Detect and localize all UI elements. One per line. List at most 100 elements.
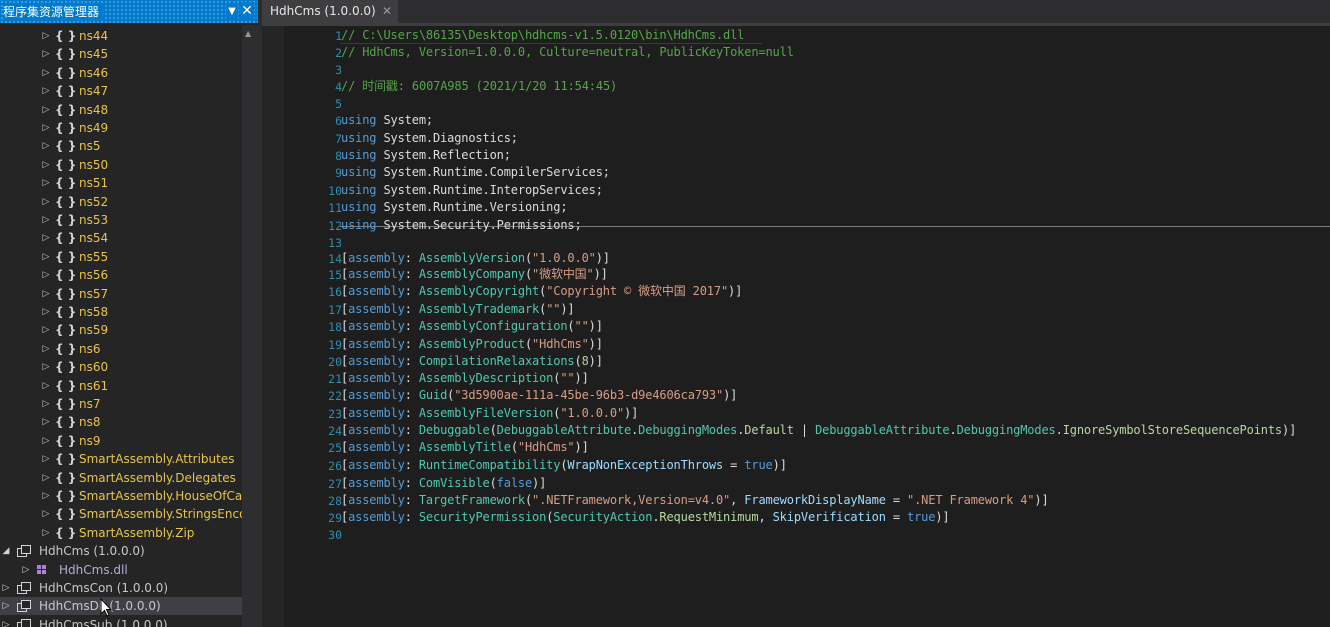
code-line[interactable]: using System; xyxy=(341,112,433,129)
expand-arrow-icon[interactable]: ▷ xyxy=(41,524,51,542)
namespace-item[interactable]: ▷ { }SmartAssembly.HouseOfCards xyxy=(0,487,242,505)
collapse-arrow-icon[interactable]: ◢ xyxy=(1,542,11,560)
expand-arrow-icon[interactable]: ▷ xyxy=(41,285,51,303)
expand-arrow-icon[interactable]: ▷ xyxy=(41,174,51,192)
expand-arrow-icon[interactable]: ▷ xyxy=(41,156,51,174)
namespace-item[interactable]: ▷ { } ns5 xyxy=(0,137,242,155)
code-line[interactable]: using System.Runtime.InteropServices; xyxy=(341,182,603,199)
expand-arrow-icon[interactable]: ▷ xyxy=(41,505,51,523)
expand-arrow-icon[interactable]: ▷ xyxy=(41,377,51,395)
namespace-item[interactable]: ▷ { } ns58 xyxy=(0,303,242,321)
code-line[interactable]: using System.Security.Permissions; xyxy=(341,217,582,234)
namespace-item[interactable]: ▷ { } ns52 xyxy=(0,193,242,211)
expand-arrow-icon[interactable]: ▷ xyxy=(41,303,51,321)
namespace-item[interactable]: ▷ { } ns53 xyxy=(0,211,242,229)
code-line[interactable]: [assembly: TargetFramework(".NETFramewor… xyxy=(341,492,1049,509)
namespace-item[interactable]: ▷ { } ns49 xyxy=(0,119,242,137)
expand-arrow-icon[interactable]: ▷ xyxy=(1,597,11,615)
namespace-item[interactable]: ▷ { } ns51 xyxy=(0,174,242,192)
code-line[interactable]: // HdhCms, Version=1.0.0.0, Culture=neut… xyxy=(341,44,794,61)
code-line[interactable]: [assembly: AssemblyProduct("HdhCms")] xyxy=(341,336,603,353)
namespace-item[interactable]: ▷ { } ns46 xyxy=(0,64,242,82)
assembly-item[interactable]: ▷ HdhCmsCon (1.0.0.0) xyxy=(0,579,242,597)
namespace-item[interactable]: ▷ { } ns6 xyxy=(0,340,242,358)
expand-arrow-icon[interactable]: ▷ xyxy=(41,45,51,63)
code-line[interactable]: [assembly: CompilationRelaxations(8)] xyxy=(341,353,603,370)
tab-hdhcms[interactable]: HdhCms (1.0.0.0) ✕ xyxy=(262,0,398,23)
assembly-tree[interactable]: ▷{ } ns44 ▷{ } ns45 ▷{ } ns46 ▷{ } ns47 ▷{ } ns48… xyxy=(0,25,242,627)
namespace-item[interactable]: ▷ { } ns8 xyxy=(0,413,242,431)
namespace-item[interactable]: ▷ { } ns56 xyxy=(0,266,242,284)
code-line[interactable]: [assembly: SecurityPermission(SecurityAc… xyxy=(341,509,950,526)
code-line[interactable]: [assembly: AssemblyCopyright("Copyright … xyxy=(341,283,742,300)
namespace-item[interactable]: ▷ { } ns60 xyxy=(0,358,242,376)
code-line[interactable]: using System.Diagnostics; xyxy=(341,130,518,147)
code-line[interactable]: [assembly: AssemblyVersion("1.0.0.0")] xyxy=(341,250,610,267)
expand-arrow-icon[interactable]: ▷ xyxy=(41,137,51,155)
expand-arrow-icon[interactable]: ▷ xyxy=(41,432,51,450)
expand-arrow-icon[interactable]: ▷ xyxy=(21,561,31,579)
code-line[interactable]: using System.Runtime.CompilerServices; xyxy=(341,164,610,181)
namespace-item[interactable]: ▷ { } ns9 xyxy=(0,432,242,450)
namespace-item[interactable]: ▷ { } ns44 xyxy=(0,27,242,45)
expand-arrow-icon[interactable]: ▷ xyxy=(41,64,51,82)
assembly-item[interactable]: ▷ HdhCmsSub (1.0.0.0) xyxy=(0,616,242,627)
expand-arrow-icon[interactable]: ▷ xyxy=(41,248,51,266)
code-line[interactable]: [assembly: ComVisible(false)] xyxy=(341,475,546,492)
code-line[interactable]: [assembly: Guid("3d5900ae-111a-45be-96b3… xyxy=(341,387,737,404)
expand-arrow-icon[interactable]: ▷ xyxy=(1,579,11,597)
panel-close-icon[interactable]: ✕ xyxy=(240,2,254,20)
namespace-item[interactable]: ▷ { }SmartAssembly.StringsEncoding xyxy=(0,505,242,523)
namespace-item[interactable]: ▷ { } ns7 xyxy=(0,395,242,413)
expand-arrow-icon[interactable]: ▷ xyxy=(41,321,51,339)
code-line[interactable]: [assembly: AssemblyCompany("微软中国")] xyxy=(341,266,608,283)
expand-arrow-icon[interactable]: ▷ xyxy=(41,101,51,119)
namespace-item[interactable]: ▷ { } SmartAssembly.Attributes xyxy=(0,450,242,468)
code-line[interactable]: [assembly: AssemblyTrademark("")] xyxy=(341,301,575,318)
code-line[interactable]: // C:\Users\86135\Desktop\hdhcms-v1.5.01… xyxy=(341,27,744,44)
namespace-item[interactable]: ▷ { } ns57 xyxy=(0,285,242,303)
namespace-item[interactable]: ▷ { } ns61 xyxy=(0,377,242,395)
code-line[interactable]: [assembly: AssemblyDescription("")] xyxy=(341,370,589,387)
expand-arrow-icon[interactable]: ▷ xyxy=(41,450,51,468)
expand-arrow-icon[interactable]: ▷ xyxy=(41,340,51,358)
expand-arrow-icon[interactable]: ▷ xyxy=(41,413,51,431)
expand-arrow-icon[interactable]: ▷ xyxy=(41,266,51,284)
namespace-item[interactable]: ▷ { } SmartAssembly.Zip xyxy=(0,524,242,542)
expand-arrow-icon[interactable]: ▷ xyxy=(41,487,51,505)
namespace-item[interactable]: ▷ { } ns45 xyxy=(0,45,242,63)
expand-arrow-icon[interactable]: ▷ xyxy=(41,193,51,211)
namespace-item[interactable]: ▷ { } ns48 xyxy=(0,101,242,119)
expand-arrow-icon[interactable]: ▷ xyxy=(41,119,51,137)
expand-arrow-icon[interactable]: ▷ xyxy=(41,469,51,487)
module-item[interactable]: ▷ HdhCms.dll xyxy=(0,561,242,579)
expand-arrow-icon[interactable]: ▷ xyxy=(41,358,51,376)
namespace-item[interactable]: ▷ { } ns47 xyxy=(0,82,242,100)
code-line[interactable]: [assembly: AssemblyFileVersion("1.0.0.0"… xyxy=(341,405,638,422)
code-line[interactable]: using System.Reflection; xyxy=(341,147,511,164)
expand-arrow-icon[interactable]: ▷ xyxy=(41,82,51,100)
expand-arrow-icon[interactable]: ▷ xyxy=(41,229,51,247)
namespace-item[interactable]: ▷ { } ns55 xyxy=(0,248,242,266)
expand-arrow-icon[interactable]: ▷ xyxy=(41,395,51,413)
scroll-up-icon[interactable]: ▲ xyxy=(245,29,251,38)
code-line[interactable]: [assembly: Debuggable(DebuggableAttribut… xyxy=(341,422,1296,439)
panel-dropdown-icon[interactable]: ▼ xyxy=(226,3,238,21)
tab-close-icon[interactable]: ✕ xyxy=(382,2,392,21)
code-editor[interactable]: 1 2 3 4 5 6 7 8 9 10 11 12 13 14 15 16 17 18 19 20 21 22 23 24 2… xyxy=(262,26,1330,627)
assembly-item[interactable]: ▷ HdhCmsDll (1.0.0.0) xyxy=(0,597,242,616)
namespace-item[interactable]: ▷ { } ns50 xyxy=(0,156,242,174)
expand-arrow-icon[interactable]: ▷ xyxy=(41,27,51,45)
expand-arrow-icon[interactable]: ▷ xyxy=(41,211,51,229)
code-line[interactable]: [assembly: RuntimeCompatibility(WrapNonE… xyxy=(341,457,787,474)
namespace-item[interactable]: ▷ { } ns59 xyxy=(0,321,242,339)
code-line[interactable]: // 时间戳: 6007A985 (2021/1/20 11:54:45) xyxy=(341,78,617,95)
code-line[interactable]: using System.Runtime.Versioning; xyxy=(341,199,568,216)
assembly-item[interactable]: ◢ HdhCms (1.0.0.0) xyxy=(0,542,242,560)
namespace-item[interactable]: ▷ { } SmartAssembly.Delegates xyxy=(0,469,242,487)
code-line[interactable]: [assembly: AssemblyConfiguration("")] xyxy=(341,318,603,335)
namespace-item[interactable]: ▷ { } ns54 xyxy=(0,229,242,247)
code-line[interactable]: [assembly: AssemblyTitle("HdhCms")] xyxy=(341,439,589,456)
tree-scrollbar[interactable]: ▲ xyxy=(242,25,258,627)
expand-arrow-icon[interactable]: ▷ xyxy=(1,616,11,627)
